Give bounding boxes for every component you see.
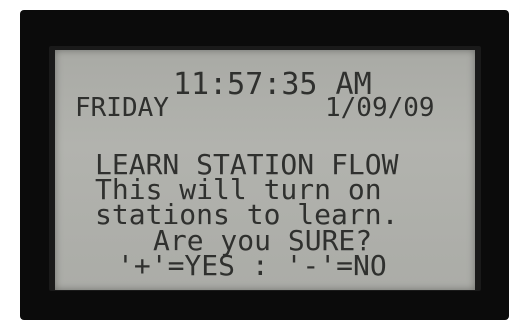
controller-frame: 11:57:35 AM FRIDAY 1/09/09 LEARN STATION… [20, 10, 509, 320]
lcd-screen: 11:57:35 AM FRIDAY 1/09/09 LEARN STATION… [55, 50, 475, 290]
yes-no-instructions: '+'=YES : '-'=NO [117, 249, 387, 282]
date-display: 1/09/09 [325, 93, 435, 123]
day-of-week: FRIDAY [75, 93, 169, 123]
